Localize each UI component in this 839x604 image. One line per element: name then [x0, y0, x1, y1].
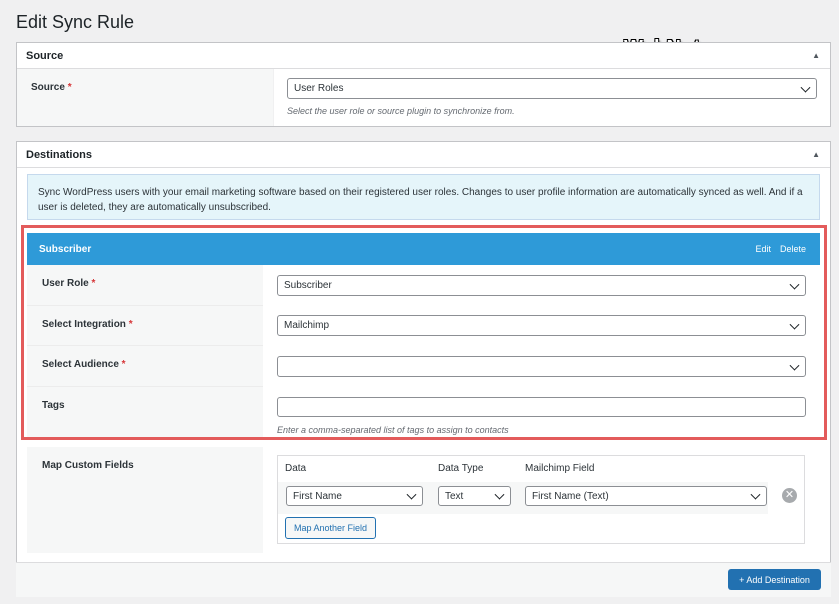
column-header-mailchimp-field: Mailchimp Field	[525, 463, 595, 474]
mailchimp-field-select[interactable]: First Name (Text)	[525, 486, 767, 506]
source-label: Source *	[31, 82, 72, 93]
source-panel-title: Source	[26, 49, 64, 62]
user-role-label: User Role *	[27, 265, 263, 306]
map-another-field-button[interactable]: Map Another Field	[285, 517, 376, 539]
info-notice: Sync WordPress users with your email mar…	[27, 174, 820, 220]
destination-card-title: Subscriber	[39, 243, 92, 255]
chevron-down-icon	[789, 319, 800, 330]
add-destination-button[interactable]: + Add Destination	[728, 569, 821, 590]
source-panel-header[interactable]: Source ▲	[17, 43, 830, 69]
panel-footer	[16, 562, 831, 597]
destination-card-header: Subscriber Edit Delete	[27, 233, 820, 265]
map-fields-label: Map Custom Fields	[27, 447, 263, 553]
destinations-panel-header[interactable]: Destinations ▲	[17, 142, 830, 168]
user-role-select[interactable]: Subscriber	[277, 275, 806, 296]
tags-help: Enter a comma-separated list of tags to …	[277, 425, 509, 435]
source-help: Select the user role or source plugin to…	[287, 106, 515, 116]
source-label-cell	[17, 69, 274, 126]
collapse-toggle-icon[interactable]: ▲	[812, 51, 820, 60]
chevron-down-icon	[789, 360, 800, 371]
chevron-down-icon	[406, 489, 417, 500]
chevron-down-icon	[789, 279, 800, 290]
delete-link[interactable]: Delete	[780, 244, 806, 254]
collapse-toggle-icon[interactable]: ▲	[812, 150, 820, 159]
edit-link[interactable]: Edit	[755, 244, 771, 254]
tags-label: Tags	[27, 387, 263, 437]
tags-input[interactable]	[277, 397, 806, 417]
integration-label: Select Integration *	[27, 306, 263, 346]
integration-select[interactable]: Mailchimp	[277, 315, 806, 336]
column-header-data-type: Data Type	[438, 463, 484, 474]
column-header-data: Data	[285, 463, 307, 474]
destinations-panel-title: Destinations	[26, 148, 93, 161]
chevron-down-icon	[800, 82, 811, 93]
remove-circle-icon[interactable]: ✕	[782, 488, 797, 503]
source-select[interactable]: User Roles	[287, 78, 817, 99]
audience-label: Select Audience *	[27, 346, 263, 387]
audience-select[interactable]	[277, 356, 806, 377]
page-title: Edit Sync Rule	[16, 12, 135, 32]
data-type-select[interactable]: Text	[438, 486, 511, 506]
chevron-down-icon	[750, 489, 761, 500]
data-select[interactable]: First Name	[286, 486, 423, 506]
chevron-down-icon	[494, 489, 505, 500]
